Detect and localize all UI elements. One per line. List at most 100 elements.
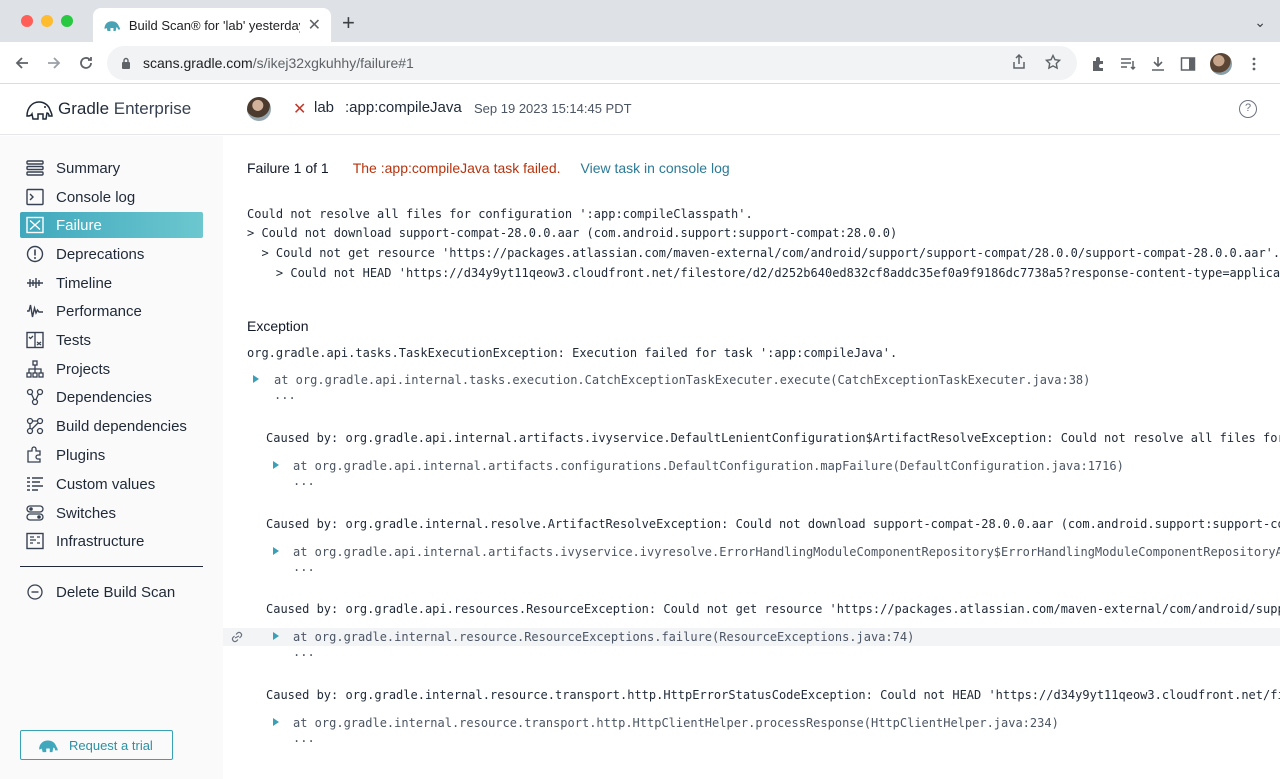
delete-build-scan-button[interactable]: Delete Build Scan: [20, 579, 203, 605]
view-console-log-link[interactable]: View task in console log: [581, 160, 730, 176]
sidebar-item-failure[interactable]: Failure: [20, 212, 203, 238]
failure-panel: Failure 1 of 1 The :app:compileJava task…: [223, 136, 1280, 779]
tab-search-chevron-icon[interactable]: ⌄: [1254, 14, 1266, 31]
sidebar-item-dependencies[interactable]: Dependencies: [20, 384, 203, 410]
link-chain-icon[interactable]: [230, 631, 244, 643]
infrastructure-icon: [26, 532, 44, 550]
reload-icon[interactable]: [78, 55, 94, 71]
stack-frame: at org.gradle.internal.resource.Resource…: [293, 630, 915, 644]
custom-values-icon: [27, 477, 43, 491]
performance-icon: [27, 304, 43, 318]
failure-message: The :app:compileJava task failed.: [352, 160, 561, 176]
back-arrow-icon[interactable]: [14, 55, 30, 71]
sidebar-item-label: Deprecations: [56, 245, 145, 263]
reading-list-icon[interactable]: [1120, 56, 1136, 72]
sidebar-item-custom-values[interactable]: Custom values: [20, 471, 203, 497]
caused-by-line: Caused by: org.gradle.api.resources.Reso…: [266, 602, 1280, 616]
browser-tab[interactable]: Build Scan® for 'lab' yesterday ✕: [93, 8, 331, 42]
sidebar-item-label: Dependencies: [56, 388, 152, 406]
side-panel-icon[interactable]: [1180, 56, 1196, 72]
sidebar-item-label: Performance: [56, 302, 142, 320]
window-close-button[interactable]: [21, 15, 33, 27]
exception-line: org.gradle.api.tasks.TaskExecutionExcept…: [247, 346, 898, 360]
failure-detail-line: > Could not HEAD 'https://d34y9yt11qeow3…: [247, 266, 1280, 280]
plugins-icon: [27, 446, 41, 463]
sidebar-item-label: Projects: [56, 360, 111, 378]
url-host: scans.gradle.com: [143, 55, 253, 71]
sidebar-item-projects[interactable]: Projects: [20, 356, 203, 382]
sidebar-item-label: Summary: [56, 159, 121, 177]
gradle-elephant-icon: [104, 21, 121, 31]
delete-build-scan-label: Delete Build Scan: [56, 583, 176, 601]
projects-icon: [26, 360, 44, 378]
sidebar-item-deprecations[interactable]: Deprecations: [20, 241, 203, 267]
failure-header: Failure 1 of 1 The :app:compileJava task…: [247, 160, 730, 176]
user-avatar[interactable]: [247, 97, 271, 121]
failure-count: Failure 1 of 1: [247, 160, 329, 176]
tab-title: Build Scan® for 'lab' yesterday: [128, 17, 300, 33]
sidebar-item-infrastructure[interactable]: Infrastructure: [20, 528, 203, 554]
caused-by-line: Caused by: org.gradle.internal.resolve.A…: [266, 517, 1280, 531]
help-icon[interactable]: ?: [1239, 100, 1257, 118]
extensions-puzzle-icon[interactable]: [1090, 56, 1106, 72]
sidebar-item-label: Build dependencies: [56, 417, 187, 435]
sidebar-divider: [20, 566, 203, 567]
sidebar-item-tests[interactable]: Tests: [20, 327, 203, 353]
window-zoom-button[interactable]: [61, 15, 73, 27]
sidebar-item-label: Infrastructure: [56, 532, 145, 550]
lock-icon: [122, 57, 130, 69]
browser-toolbar: scans.gradle.com/s/ikej32xgkuhhy/failure…: [0, 42, 1280, 84]
sidebar-item-label: Console log: [56, 188, 136, 206]
sidebar-item-switches[interactable]: Switches: [20, 500, 203, 526]
url-path: /s/ikej32xgkuhhy/failure#1: [252, 55, 414, 71]
expand-stacktrace-icon[interactable]: [273, 632, 279, 640]
sidebar-item-plugins[interactable]: Plugins: [20, 442, 203, 468]
sidebar-item-console-log[interactable]: Console log: [20, 184, 203, 210]
failure-detail-line: > Could not get resource 'https://packag…: [247, 246, 1280, 260]
project-name: lab: [314, 99, 335, 116]
minus-circle-icon: [27, 584, 43, 600]
tab-close-icon[interactable]: ✕: [308, 15, 321, 35]
caused-by-line: Caused by: org.gradle.internal.resource.…: [266, 688, 1280, 702]
sidebar-item-label: Timeline: [56, 274, 113, 292]
failure-detail-line: > Could not download support-compat-28.0…: [247, 226, 898, 240]
expand-stacktrace-icon[interactable]: [273, 547, 279, 555]
sidebar-item-timeline[interactable]: Timeline: [20, 270, 203, 296]
profile-avatar[interactable]: [1210, 53, 1232, 75]
timeline-icon: [27, 278, 43, 288]
deprecations-icon: [26, 245, 44, 263]
sidebar-item-performance[interactable]: Performance: [20, 298, 203, 324]
new-tab-button[interactable]: +: [342, 10, 355, 36]
request-trial-button[interactable]: Request a trial: [20, 730, 173, 760]
stack-ellipsis: ...: [293, 560, 315, 574]
stack-frame: at org.gradle.internal.resource.transpor…: [293, 716, 1059, 730]
share-icon[interactable]: [1011, 54, 1027, 70]
stack-ellipsis: ...: [293, 731, 315, 745]
exception-heading: Exception: [247, 318, 309, 334]
switches-icon: [26, 505, 44, 521]
gradle-enterprise-logo[interactable]: Gradle Enterprise: [24, 97, 191, 121]
build-dependencies-icon: [26, 417, 44, 435]
tests-icon: [26, 331, 44, 349]
address-bar[interactable]: scans.gradle.com/s/ikej32xgkuhhy/failure…: [107, 46, 1077, 80]
sidebar-item-label: Failure: [56, 216, 102, 234]
stack-frame: at org.gradle.api.internal.artifacts.ivy…: [293, 545, 1280, 559]
forward-arrow-icon[interactable]: [46, 55, 62, 71]
bookmark-star-icon[interactable]: [1045, 54, 1061, 70]
build-timestamp: Sep 19 2023 15:14:45 PDT: [474, 101, 632, 116]
sidebar: Summary Console log Failure Deprecations…: [0, 136, 223, 779]
sidebar-item-build-dependencies[interactable]: Build dependencies: [20, 413, 203, 439]
stack-ellipsis: ...: [293, 474, 315, 488]
request-trial-label: Request a trial: [69, 737, 153, 753]
browser-tab-bar: Build Scan® for 'lab' yesterday ✕ + ⌄: [0, 0, 1280, 42]
sidebar-item-summary[interactable]: Summary: [20, 155, 203, 181]
kebab-menu-icon[interactable]: [1246, 56, 1262, 72]
caused-by-line: Caused by: org.gradle.api.internal.artif…: [266, 431, 1280, 445]
sidebar-item-label: Tests: [56, 331, 92, 349]
window-minimize-button[interactable]: [41, 15, 53, 27]
gradle-elephant-icon: [26, 101, 53, 120]
expand-stacktrace-icon[interactable]: [273, 718, 279, 726]
expand-stacktrace-icon[interactable]: [273, 461, 279, 469]
download-icon[interactable]: [1150, 56, 1166, 72]
expand-stacktrace-icon[interactable]: [253, 375, 259, 383]
